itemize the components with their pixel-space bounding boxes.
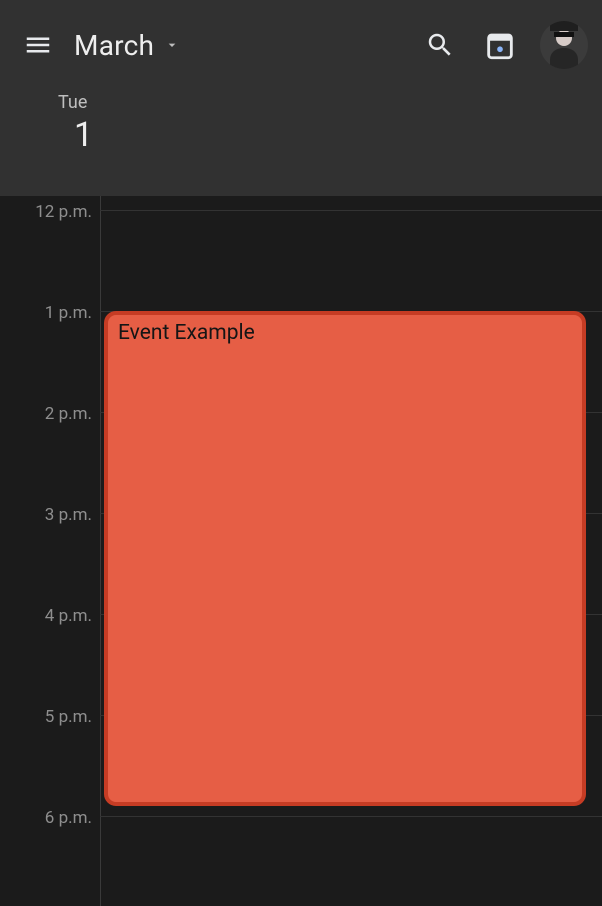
menu-icon [23, 30, 53, 60]
hour-row: 12 p.m. [0, 210, 602, 311]
month-picker[interactable]: March [62, 17, 192, 73]
menu-button[interactable] [10, 17, 66, 73]
hour-label: 3 p.m. [6, 505, 92, 525]
search-button[interactable] [412, 17, 468, 73]
hour-label: 1 p.m. [6, 303, 92, 323]
search-icon [425, 30, 455, 60]
weekday-label: Tue [58, 92, 87, 113]
hour-label: 4 p.m. [6, 606, 92, 626]
hour-row: 6 p.m. [0, 816, 602, 906]
app-bar: March [0, 0, 602, 90]
hour-label: 2 p.m. [6, 404, 92, 424]
chevron-down-icon [164, 37, 180, 53]
hour-label: 12 p.m. [6, 202, 92, 222]
month-label: March [74, 29, 154, 62]
time-grid[interactable]: 12 p.m.1 p.m.2 p.m.3 p.m.4 p.m.5 p.m.6 p… [0, 196, 602, 906]
hour-label: 5 p.m. [6, 707, 92, 727]
avatar-icon [540, 21, 588, 69]
today-icon [483, 28, 517, 62]
day-column-header[interactable]: Tue 1 [100, 90, 602, 196]
account-avatar[interactable] [540, 21, 588, 69]
day-header: Tue 1 [0, 90, 602, 196]
event-title: Event Example [118, 321, 572, 345]
grid-hour-line [100, 210, 602, 211]
today-button[interactable] [472, 17, 528, 73]
calendar-event[interactable]: Event Example [104, 311, 586, 806]
hour-label: 6 p.m. [6, 808, 92, 828]
day-number: 1 [74, 115, 93, 155]
grid-hour-line [100, 816, 602, 817]
